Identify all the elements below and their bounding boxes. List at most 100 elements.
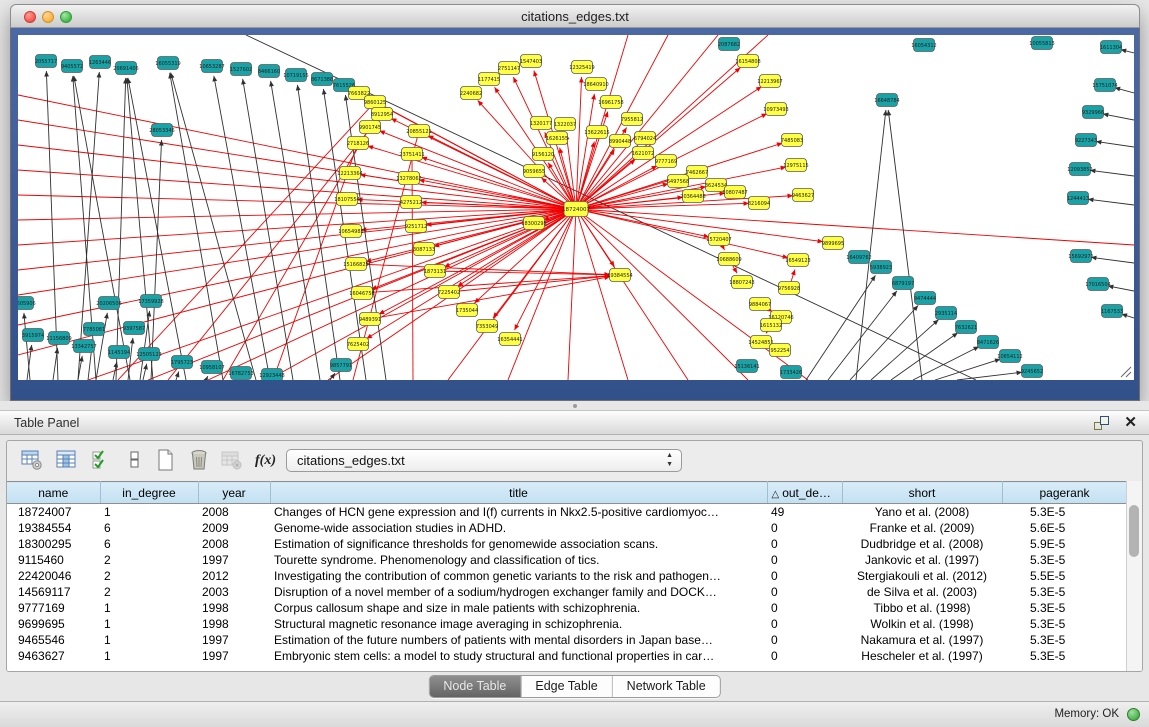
table-row[interactable]: 1938455462009Genome-wide association stu… xyxy=(7,520,1127,536)
table-cell[interactable]: de Silva et al. (2003) xyxy=(842,584,1002,600)
table-cell[interactable]: Genome-wide association studies in ADHD. xyxy=(270,520,767,536)
table-cell[interactable]: Franke et al. (2009) xyxy=(842,520,1002,536)
table-cell[interactable]: 1 xyxy=(100,600,198,616)
table-cell[interactable]: 14569117 xyxy=(7,584,100,600)
table-cell[interactable]: 2012 xyxy=(198,568,270,584)
table-row[interactable]: 946554611997Estimation of the future num… xyxy=(7,632,1127,648)
table-cell[interactable]: 0 xyxy=(767,584,842,600)
table-cell[interactable]: 5.3E-5 xyxy=(1002,648,1127,664)
column-visibility-icon[interactable] xyxy=(56,449,82,473)
network-canvas[interactable]: 2055717940557212634462069140616055319106… xyxy=(18,35,1134,380)
table-row[interactable]: 946362711997Embryonic stem cells: a mode… xyxy=(7,648,1127,664)
table-scrollbar[interactable] xyxy=(1126,481,1142,671)
table-row[interactable]: 1830029562008Estimation of significance … xyxy=(7,536,1127,552)
table-cell[interactable]: 0 xyxy=(767,520,842,536)
table-cell[interactable]: Embryonic stem cells: a model to study s… xyxy=(270,648,767,664)
table-cell[interactable]: Jankovic et al. (1997) xyxy=(842,552,1002,568)
table-cell[interactable]: Tibbo et al. (1998) xyxy=(842,600,1002,616)
table-cell[interactable]: 9115460 xyxy=(7,552,100,568)
table-cell[interactable]: Estimation of the future numbers of pati… xyxy=(270,632,767,648)
table-source-dropdown[interactable]: citations_edges.txt ▲▼ xyxy=(286,449,682,472)
scrollbar-thumb[interactable] xyxy=(1129,505,1139,557)
table-cell[interactable]: 5.6E-5 xyxy=(1002,520,1127,536)
zoom-window-button[interactable] xyxy=(60,11,72,23)
table-cell[interactable]: 9465546 xyxy=(7,632,100,648)
table-cell[interactable]: 22420046 xyxy=(7,568,100,584)
delete-table-icon[interactable] xyxy=(221,449,247,473)
table-cell[interactable]: Changes of HCN gene expression and I(f) … xyxy=(270,504,767,521)
table-cell[interactable]: Tourette syndrome. Phenomenology and cla… xyxy=(270,552,767,568)
table-cell[interactable]: 2 xyxy=(100,584,198,600)
table-cell[interactable]: Corpus callosum shape and size in male p… xyxy=(270,600,767,616)
table-cell[interactable]: 1997 xyxy=(198,648,270,664)
table-cell[interactable]: 6 xyxy=(100,520,198,536)
table-cell[interactable]: Nakamura et al. (1997) xyxy=(842,632,1002,648)
table-cell[interactable]: Investigating the contribution of common… xyxy=(270,568,767,584)
table-row[interactable]: 1872400712008Changes of HCN gene express… xyxy=(7,504,1127,521)
table-cell[interactable]: 0 xyxy=(767,648,842,664)
table-row[interactable]: 911546021997Tourette syndrome. Phenomeno… xyxy=(7,552,1127,568)
column-header-pagerank[interactable]: pagerank xyxy=(1002,482,1127,504)
minimize-window-button[interactable] xyxy=(42,11,54,23)
table-cell[interactable]: 1998 xyxy=(198,600,270,616)
table-cell[interactable]: 49 xyxy=(767,504,842,521)
table-row[interactable]: 977716911998Corpus callosum shape and si… xyxy=(7,600,1127,616)
table-cell[interactable]: 9699695 xyxy=(7,616,100,632)
tab-node-table[interactable]: Node Table xyxy=(429,676,521,697)
close-icon[interactable]: ✕ xyxy=(1124,414,1137,432)
table-cell[interactable]: 5.3E-5 xyxy=(1002,600,1127,616)
resize-grip-icon[interactable] xyxy=(1118,364,1132,378)
table-cell[interactable]: 5.3E-5 xyxy=(1002,616,1127,632)
table-cell[interactable]: 1997 xyxy=(198,552,270,568)
table-cell[interactable]: 18300295 xyxy=(7,536,100,552)
float-window-icon[interactable] xyxy=(1094,416,1109,430)
table-cell[interactable]: 1 xyxy=(100,648,198,664)
table-cell[interactable]: 1 xyxy=(100,632,198,648)
table-cell[interactable]: 0 xyxy=(767,616,842,632)
table-cell[interactable]: 1 xyxy=(100,616,198,632)
table-cell[interactable]: Structural magnetic resonance image aver… xyxy=(270,616,767,632)
table-cell[interactable]: Yano et al. (2008) xyxy=(842,504,1002,521)
table-cell[interactable]: 0 xyxy=(767,568,842,584)
table-row[interactable]: 2242004622012Investigating the contribut… xyxy=(7,568,1127,584)
table-cell[interactable]: 1997 xyxy=(198,632,270,648)
table-cell[interactable]: 0 xyxy=(767,536,842,552)
table-cell[interactable]: 9463627 xyxy=(7,648,100,664)
tab-network-table[interactable]: Network Table xyxy=(613,676,720,697)
row-height-icon[interactable] xyxy=(124,449,150,473)
table-row[interactable]: 969969511998Structural magnetic resonanc… xyxy=(7,616,1127,632)
table-cell[interactable]: Estimation of significance thresholds fo… xyxy=(270,536,767,552)
table-cell[interactable]: 1998 xyxy=(198,616,270,632)
split-pane-divider[interactable] xyxy=(0,401,1149,410)
function-builder-icon[interactable]: f(x) xyxy=(255,449,281,473)
citation-network-graph[interactable]: 2055717940557212634462069140616055319106… xyxy=(18,35,1134,380)
table-cell[interactable]: Hescheler et al. (1997) xyxy=(842,648,1002,664)
table-cell[interactable]: 5.3E-5 xyxy=(1002,552,1127,568)
table-cell[interactable]: 0 xyxy=(767,600,842,616)
table-cell[interactable]: Stergiakouli et al. (2012) xyxy=(842,568,1002,584)
column-header-short[interactable]: short xyxy=(842,482,1002,504)
table-cell[interactable]: 2009 xyxy=(198,520,270,536)
table-cell[interactable]: 5.3E-5 xyxy=(1002,504,1127,521)
table-cell[interactable]: 2003 xyxy=(198,584,270,600)
table-cell[interactable]: 0 xyxy=(767,632,842,648)
column-header-in_degree[interactable]: in_degree xyxy=(100,482,198,504)
table-cell[interactable]: 2 xyxy=(100,552,198,568)
table-row[interactable]: 1456911722003Disruption of a novel membe… xyxy=(7,584,1127,600)
table-cell[interactable]: 9777169 xyxy=(7,600,100,616)
table-cell[interactable]: 2008 xyxy=(198,504,270,521)
table-cell[interactable]: 5.3E-5 xyxy=(1002,632,1127,648)
table-cell[interactable]: 5.5E-5 xyxy=(1002,568,1127,584)
table-cell[interactable]: 1 xyxy=(100,504,198,521)
delete-column-icon[interactable] xyxy=(188,449,214,473)
table-cell[interactable]: 2 xyxy=(100,568,198,584)
table-cell[interactable]: 6 xyxy=(100,536,198,552)
table-cell[interactable]: 2008 xyxy=(198,536,270,552)
table-cell[interactable]: 0 xyxy=(767,552,842,568)
table-cell[interactable]: 5.9E-5 xyxy=(1002,536,1127,552)
table-cell[interactable]: 19384554 xyxy=(7,520,100,536)
column-header-name[interactable]: name xyxy=(7,482,100,504)
tab-edge-table[interactable]: Edge Table xyxy=(521,676,612,697)
table-cell[interactable]: 18724007 xyxy=(7,504,100,521)
column-select-icon[interactable] xyxy=(91,449,117,473)
